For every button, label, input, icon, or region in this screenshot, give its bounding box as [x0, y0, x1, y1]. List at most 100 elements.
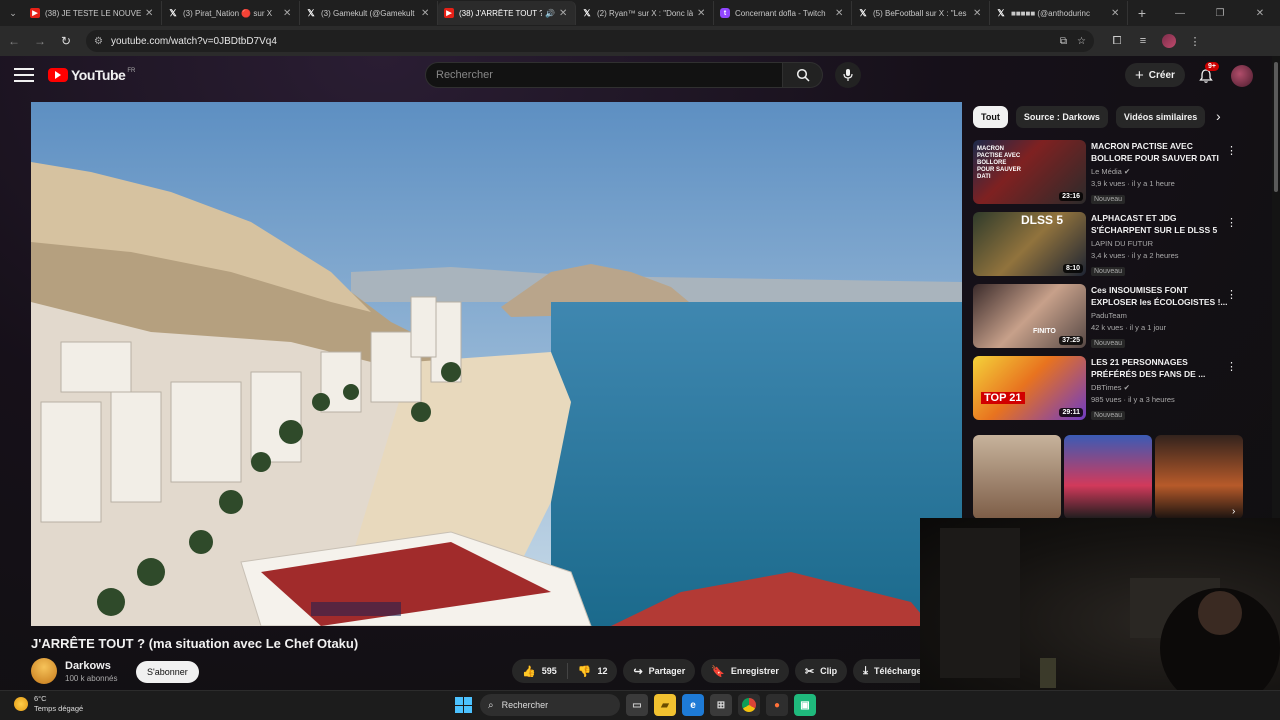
chip-source[interactable]: Source : Darkows	[1015, 106, 1108, 128]
recommendation-item[interactable]: FINITO 37:25 Ces INSOUMISES FONT EXPLOSER…	[973, 284, 1243, 350]
recommendation-item[interactable]: TOP 21 29:11 LES 21 PERSONNAGES PRÉFÉRÉS …	[973, 356, 1243, 422]
channel-name[interactable]: Darkows	[65, 660, 118, 672]
subscribe-button[interactable]: S'abonner	[136, 661, 199, 683]
tab-search-button[interactable]: ⌄	[2, 2, 24, 24]
search-input[interactable]: Rechercher	[425, 62, 783, 88]
more-options-icon[interactable]: ⋮	[1226, 216, 1237, 229]
recommendation-title[interactable]: Ces INSOUMISES FONT EXPLOSER les ÉCOLOGI…	[1091, 284, 1231, 308]
chevron-right-icon[interactable]: ›	[1216, 108, 1221, 124]
app-icon[interactable]: ▣	[794, 694, 816, 716]
browser-tab[interactable]: 𝕏 (5) BeFootball sur X : "Les ✕	[852, 1, 990, 25]
video-thumbnail[interactable]: TOP 21 29:11	[973, 356, 1086, 420]
chip-all[interactable]: Tout	[973, 106, 1008, 128]
reload-icon[interactable]: ↻	[54, 29, 78, 53]
browser-tab[interactable]: 𝕏 (3) Pirat_Nation 🔴 sur X ✕	[162, 1, 300, 25]
short-thumbnail[interactable]	[1064, 435, 1152, 519]
bookmark-star-icon[interactable]: ☆	[1077, 36, 1086, 47]
x-icon: 𝕏	[307, 7, 315, 18]
video-player[interactable]	[31, 102, 962, 626]
close-tab-icon[interactable]: ✕	[973, 8, 983, 19]
chip-similar[interactable]: Vidéos similaires	[1115, 106, 1206, 128]
share-button[interactable]: ↪ Partager	[623, 659, 696, 683]
short-thumbnail[interactable]	[973, 435, 1061, 519]
profile-avatar[interactable]	[1156, 29, 1182, 53]
media-controls-icon[interactable]: ≡	[1130, 29, 1156, 53]
close-tab-icon[interactable]: ✕	[421, 8, 431, 19]
chrome-icon[interactable]	[738, 694, 760, 716]
create-label: Créer	[1148, 69, 1175, 81]
more-options-icon[interactable]: ⋮	[1226, 360, 1237, 373]
video-thumbnail[interactable]: FINITO 37:25	[973, 284, 1086, 348]
browser-tab[interactable]: 𝕏 ■■■■■ (@anthodurinc ✕	[990, 1, 1128, 25]
close-tab-icon[interactable]: ✕	[283, 8, 293, 19]
download-button[interactable]: ⤓ Télécharger	[853, 659, 930, 683]
file-explorer-icon[interactable]: ▰	[654, 694, 676, 716]
browser-tab[interactable]: t Concernant dofla - Twitch ✕	[714, 1, 852, 25]
create-button[interactable]: + Créer	[1125, 63, 1185, 87]
thumbnail-text: DLSS 5	[1021, 213, 1064, 227]
site-info-icon[interactable]: ⚙	[94, 36, 103, 47]
recommendation-item[interactable]: DLSS 5 8:10 ALPHACAST ET JDG S'ÉCHARPENT …	[973, 212, 1243, 278]
channel-avatar[interactable]	[31, 658, 57, 684]
recommendation-meta: 42 k vues · il y a 1 jour	[1091, 323, 1167, 332]
like-button[interactable]: 👍 595	[512, 663, 568, 679]
speaker-icon[interactable]: 🔊	[545, 9, 555, 18]
back-icon[interactable]: ←	[2, 29, 26, 53]
taskbar-search[interactable]: ⌕ Rechercher	[480, 694, 620, 716]
plus-icon: +	[1135, 66, 1144, 84]
close-tab-icon[interactable]: ✕	[145, 8, 155, 19]
more-options-icon[interactable]: ⋮	[1226, 288, 1237, 301]
browser-tab[interactable]: 𝕏 (3) Gamekult (@Gamekult ✕	[300, 1, 438, 25]
recommendation-channel[interactable]: DBTimes	[1091, 383, 1122, 392]
video-thumbnail[interactable]: MACRON PACTISE AVEC BOLLORE POUR SAUVER …	[973, 140, 1086, 204]
recommendation-title[interactable]: MACRON PACTISE AVEC BOLLORE POUR SAUVER …	[1091, 140, 1231, 164]
close-window-icon[interactable]: ✕	[1240, 0, 1280, 26]
channel-owner: Darkows 100 k abonnés	[31, 658, 118, 684]
scrollbar-thumb[interactable]	[1274, 62, 1278, 192]
save-button[interactable]: 🔖 Enregistrer	[701, 659, 789, 683]
extensions-icon[interactable]: ⧠	[1104, 29, 1130, 53]
chevron-right-icon[interactable]: ›	[1232, 506, 1235, 517]
close-tab-icon[interactable]: ✕	[559, 8, 569, 19]
short-thumbnail[interactable]	[1155, 435, 1243, 519]
account-avatar[interactable]	[1231, 65, 1253, 87]
minimize-icon[interactable]: —	[1160, 0, 1200, 26]
windows-start-icon[interactable]	[452, 694, 474, 716]
menu-icon[interactable]	[14, 68, 34, 82]
install-app-icon[interactable]: ⧉	[1060, 36, 1067, 47]
bookmark-icon: 🔖	[711, 665, 725, 678]
recommendation-title[interactable]: ALPHACAST ET JDG S'ÉCHARPENT SUR LE DLSS…	[1091, 212, 1231, 236]
address-bar[interactable]: ⚙ youtube.com/watch?v=0JBDtbD7Vq4 ⧉ ☆	[86, 30, 1094, 52]
voice-search-button[interactable]	[835, 62, 861, 88]
forward-icon[interactable]: →	[28, 29, 52, 53]
browser-menu-icon[interactable]: ⋮	[1182, 29, 1208, 53]
browser-tab[interactable]: ▶ (38) JE TESTE LE NOUVEAU ✕	[24, 1, 162, 25]
browser-tab[interactable]: 𝕏 (2) Ryan™ sur X : "Donc là ✕	[576, 1, 714, 25]
youtube-logo[interactable]: YouTube FR	[48, 67, 135, 83]
browser-tab-active[interactable]: ▶ (38) J'ARRÊTE TOUT ? 🔊 ✕	[438, 1, 576, 25]
task-view-icon[interactable]: ▭	[626, 694, 648, 716]
shorts-shelf	[973, 435, 1243, 519]
dislike-button[interactable]: 👎 12	[568, 665, 618, 678]
store-icon[interactable]: ⊞	[710, 694, 732, 716]
edge-icon[interactable]: e	[682, 694, 704, 716]
maximize-icon[interactable]: ❐	[1200, 0, 1240, 26]
weather-widget[interactable]: 6°C Temps dégagé	[14, 694, 83, 714]
firefox-icon[interactable]: ●	[766, 694, 788, 716]
download-label: Télécharger	[874, 666, 926, 676]
recommendation-channel[interactable]: PaduTeam	[1091, 311, 1231, 320]
recommendation-channel[interactable]: Le Média	[1091, 167, 1122, 176]
notifications-button[interactable]: 9+	[1195, 62, 1219, 87]
clip-button[interactable]: ✂ Clip	[794, 659, 848, 683]
more-options-icon[interactable]: ⋮	[1226, 144, 1237, 157]
close-tab-icon[interactable]: ✕	[835, 8, 845, 19]
close-tab-icon[interactable]: ✕	[697, 8, 707, 19]
search-button[interactable]	[783, 62, 823, 88]
recommendation-item[interactable]: MACRON PACTISE AVEC BOLLORE POUR SAUVER …	[973, 140, 1243, 206]
new-tab-button[interactable]: +	[1132, 3, 1152, 23]
recommendation-title[interactable]: LES 21 PERSONNAGES PRÉFÉRÉS DES FANS DE …	[1091, 356, 1231, 380]
close-tab-icon[interactable]: ✕	[1111, 8, 1121, 19]
video-thumbnail[interactable]: DLSS 5 8:10	[973, 212, 1086, 276]
recommendation-channel[interactable]: LAPIN DU FUTUR	[1091, 239, 1231, 248]
recommendation-meta: 3,4 k vues · il y a 2 heures	[1091, 251, 1179, 260]
